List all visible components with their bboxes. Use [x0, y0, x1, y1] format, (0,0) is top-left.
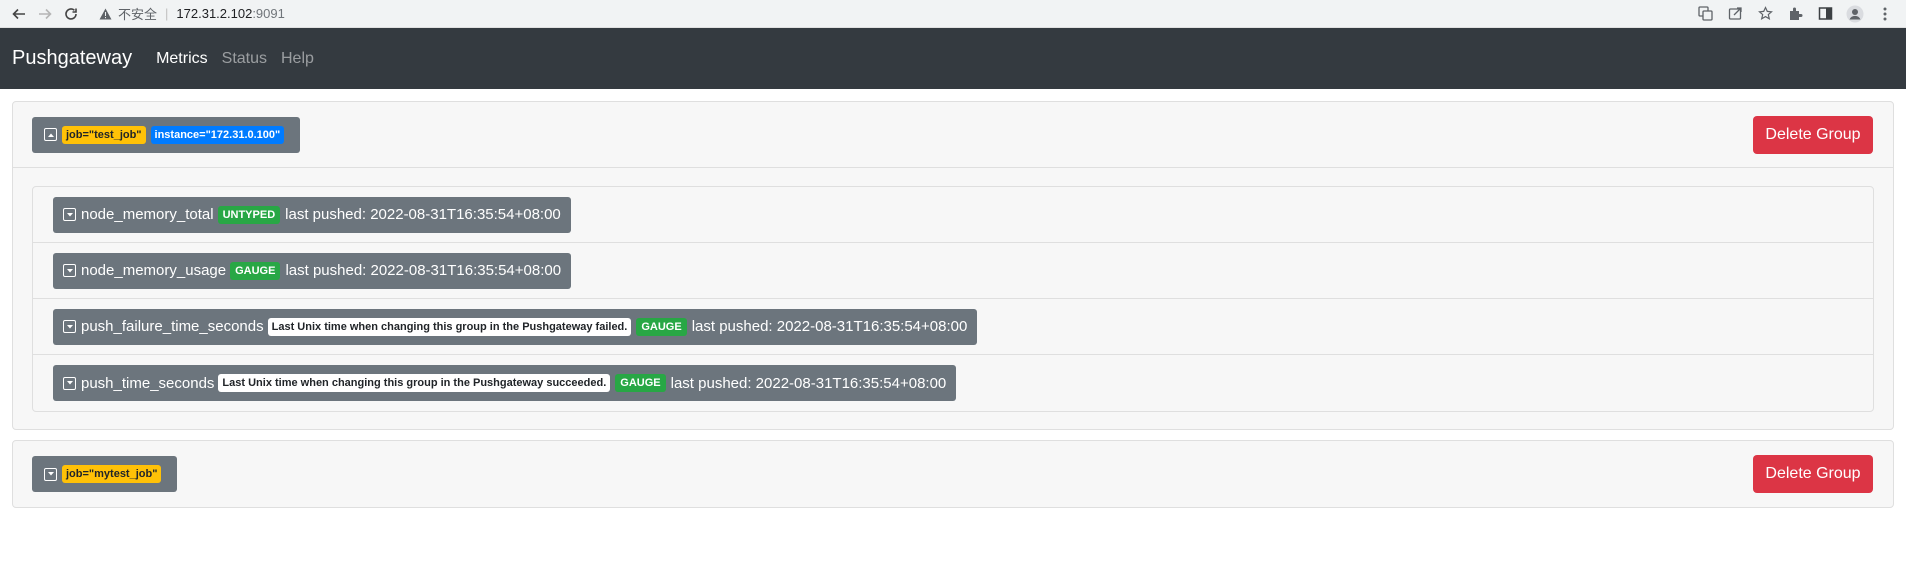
metric-group: job="mytest_job" Delete Group	[12, 440, 1894, 508]
metric-row: node_memory_total UNTYPED last pushed: 2…	[33, 187, 1873, 243]
last-pushed: last pushed: 2022-08-31T16:35:54+08:00	[285, 262, 562, 279]
nav-help[interactable]: Help	[281, 50, 314, 68]
metric-row: push_failure_time_seconds Last Unix time…	[33, 299, 1873, 355]
group-labels-toggle[interactable]: job="mytest_job"	[32, 456, 178, 492]
delete-group-button[interactable]: Delete Group	[1753, 115, 1873, 154]
brand[interactable]: Pushgateway	[12, 47, 132, 70]
last-pushed: last pushed: 2022-08-31T16:35:54+08:00	[285, 206, 561, 223]
metric-toggle[interactable]: node_memory_usage GAUGE last pushed: 202…	[53, 252, 572, 289]
expand-icon	[44, 467, 57, 481]
metrics-container: node_memory_total UNTYPED last pushed: 2…	[13, 168, 1893, 429]
metric-row: node_memory_usage GAUGE last pushed: 202…	[33, 243, 1873, 299]
expand-icon	[63, 376, 76, 390]
instance-label-badge: instance="172.31.0.100"	[150, 125, 285, 144]
forward-arrow-icon[interactable]	[32, 1, 58, 27]
side-panel-icon[interactable]	[1810, 1, 1840, 27]
back-arrow-icon[interactable]	[6, 1, 32, 27]
browser-toolbar: 不安全 | 172.31.2.102 :9091	[0, 0, 1906, 28]
profile-avatar-icon[interactable]	[1840, 1, 1870, 27]
metric-toggle[interactable]: push_time_seconds Last Unix time when ch…	[53, 365, 957, 401]
warning-icon	[98, 7, 112, 21]
insecure-label: 不安全	[118, 7, 158, 22]
metric-type-badge: GAUGE	[636, 317, 687, 336]
kebab-menu-icon[interactable]	[1870, 1, 1900, 27]
metric-row: push_time_seconds Last Unix time when ch…	[33, 355, 1873, 411]
expand-icon	[63, 208, 76, 221]
translate-icon[interactable]	[1690, 1, 1720, 27]
metric-toggle[interactable]: node_memory_total UNTYPED last pushed: 2…	[53, 196, 571, 233]
group-header: job="test_job" instance="172.31.0.100" D…	[13, 102, 1893, 168]
expand-icon	[63, 320, 76, 333]
metric-help-badge: Last Unix time when changing this group …	[218, 374, 611, 392]
expand-icon	[63, 264, 76, 277]
last-pushed: last pushed: 2022-08-31T16:35:54+08:00	[670, 374, 947, 392]
share-icon[interactable]	[1720, 1, 1750, 27]
last-pushed: last pushed: 2022-08-31T16:35:54+08:00	[691, 318, 968, 335]
metric-group: job="test_job" instance="172.31.0.100" D…	[12, 101, 1894, 430]
metric-toggle[interactable]: push_failure_time_seconds Last Unix time…	[53, 308, 978, 345]
metrics-list: node_memory_total UNTYPED last pushed: 2…	[32, 186, 1874, 412]
nav-metrics[interactable]: Metrics	[156, 50, 208, 68]
metric-type-badge: GAUGE	[230, 261, 281, 280]
main-content: job="test_job" instance="172.31.0.100" D…	[0, 89, 1906, 508]
metric-name: node_memory_usage	[81, 262, 227, 279]
job-label-badge: job="mytest_job"	[62, 465, 162, 483]
group-labels-toggle[interactable]: job="test_job" instance="172.31.0.100"	[32, 116, 301, 153]
collapse-icon	[44, 128, 57, 141]
app-navbar: Pushgateway Metrics Status Help	[0, 28, 1906, 89]
bookmark-star-icon[interactable]	[1750, 1, 1780, 27]
extensions-puzzle-icon[interactable]	[1780, 1, 1810, 27]
address-bar[interactable]: 不安全 | 172.31.2.102 :9091	[90, 2, 293, 26]
metric-name: push_time_seconds	[81, 374, 215, 392]
metric-type-badge: GAUGE	[615, 374, 666, 392]
group-header: job="mytest_job" Delete Group	[13, 441, 1893, 507]
job-label-badge: job="test_job"	[62, 125, 146, 144]
address-separator: |	[165, 6, 169, 21]
nav-status[interactable]: Status	[222, 50, 267, 68]
metric-name: push_failure_time_seconds	[81, 318, 264, 335]
metric-help-badge: Last Unix time when changing this group …	[267, 317, 632, 336]
url-host: 172.31.2.102	[176, 6, 253, 21]
metric-name: node_memory_total	[81, 206, 214, 223]
url-port: :9091	[252, 6, 285, 21]
delete-group-button[interactable]: Delete Group	[1753, 455, 1873, 493]
reload-icon[interactable]	[58, 1, 84, 27]
metric-type-badge: UNTYPED	[217, 205, 281, 224]
